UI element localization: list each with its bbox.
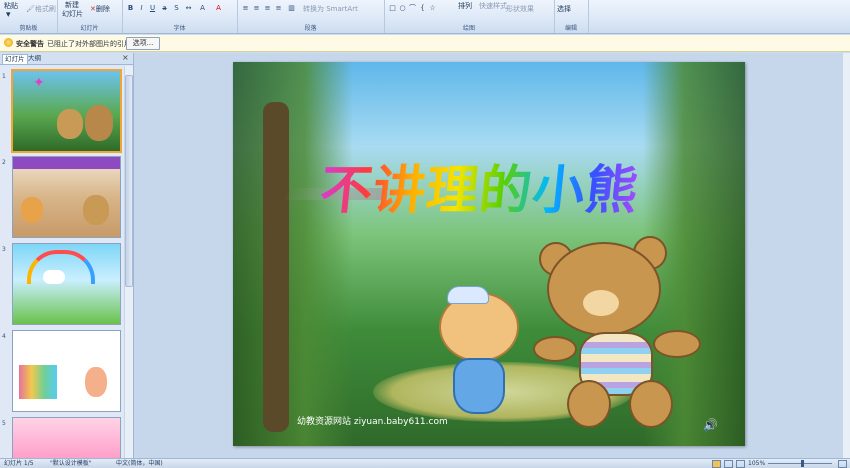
format-painter-label: 格式刷: [34, 5, 56, 13]
align-center-icon[interactable]: ≡: [252, 4, 261, 13]
main-slide[interactable]: 不讲理的小熊 幼教资源网站 ziyuan.baby611.com 🔊: [233, 62, 745, 446]
thumb-number: 4: [2, 333, 6, 340]
paste-icon: ▾: [6, 10, 11, 20]
zoom-slider[interactable]: [768, 463, 832, 464]
shape-star-icon[interactable]: ☆: [428, 4, 437, 13]
strikethrough-icon[interactable]: a: [160, 4, 169, 13]
thumb-number: 5: [2, 420, 6, 427]
slide-panel: 幻灯片 大纲 × 1 ✦ 2 3 4 5: [0, 53, 134, 460]
close-icon[interactable]: ×: [122, 53, 129, 62]
font-color-icon[interactable]: A: [214, 4, 223, 13]
shape-effects-button[interactable]: 形状效果: [506, 4, 534, 14]
bear-image: [83, 195, 109, 225]
left-tree-image: [233, 62, 353, 446]
format-painter-button[interactable]: 🖌格式刷: [26, 4, 56, 14]
editing-group: 选择 编辑: [554, 0, 589, 33]
slide-footer-text: 幼教资源网站 ziyuan.baby611.com: [297, 417, 448, 427]
group-label-drawing: 绘图: [462, 25, 475, 32]
slide-thumbnail-4[interactable]: [12, 330, 121, 412]
group-label-clipboard: 剪贴板: [19, 25, 38, 32]
speech-bubble-image: [43, 270, 65, 284]
panel-tabs: 幻灯片 大纲 ×: [0, 53, 133, 65]
convert-smartart-button[interactable]: 转换为 SmartArt: [303, 4, 358, 14]
speaker-icon[interactable]: 🔊: [703, 418, 718, 432]
arrange-button[interactable]: 排列: [458, 1, 472, 11]
new-slide-label-1: 新建: [65, 1, 79, 9]
panel-scrollbar-thumb[interactable]: [125, 75, 133, 287]
tab-outline[interactable]: 大纲: [26, 54, 43, 63]
shape-circle-icon[interactable]: ○: [398, 4, 407, 13]
change-case-icon[interactable]: A: [198, 4, 207, 13]
thumb-number: 3: [2, 246, 6, 253]
shape-rect-icon[interactable]: □: [388, 4, 397, 13]
slide-thumbnail-3[interactable]: [12, 243, 121, 325]
char-spacing-icon[interactable]: ↔: [184, 4, 193, 13]
underline-icon[interactable]: U: [148, 4, 157, 13]
bear-image: [57, 109, 83, 139]
group-label-editing: 编辑: [564, 25, 577, 32]
bold-icon[interactable]: B: [126, 4, 135, 13]
workspace-scrollbar[interactable]: [842, 53, 850, 458]
thumb-1-title-art: ✦: [33, 75, 45, 91]
toy-blocks-image: [19, 365, 57, 399]
align-left-icon[interactable]: ≡: [241, 4, 250, 13]
delete-slide-button[interactable]: ✕删除: [90, 4, 110, 14]
quick-styles-button[interactable]: 快速样式: [479, 1, 507, 11]
thumb-2-banner: [13, 157, 120, 169]
group-label-font: 字体: [173, 25, 186, 32]
slide-thumbnail-5[interactable]: [12, 417, 121, 460]
security-warning-title: 安全警告: [16, 40, 44, 48]
thumb-number: 1: [2, 73, 6, 80]
girl-image: [85, 367, 107, 397]
small-bear-image: [433, 286, 521, 414]
group-label-paragraph: 段落: [304, 25, 317, 32]
font-group: B I U a S ↔ A A 字体: [122, 0, 238, 33]
align-right-icon[interactable]: ≡: [263, 4, 272, 13]
thumb-number: 2: [2, 159, 6, 166]
slides-group: 新建 幻灯片 ✕删除 幻灯片: [57, 0, 123, 33]
delete-label: 删除: [95, 5, 110, 13]
bear-image: [21, 197, 43, 223]
warning-shield-icon: [4, 38, 13, 47]
drawing-group: □ ○ ⌒ { ☆ 排列 快速样式 形状效果 绘图: [384, 0, 555, 33]
justify-icon[interactable]: ≡: [274, 4, 283, 13]
slide-thumbnail-1[interactable]: ✦: [11, 69, 122, 153]
group-label-slides: 幻灯片: [80, 25, 99, 32]
bear-image: [85, 105, 113, 141]
security-warning-message: 已阻止了对外部图片的引用: [47, 40, 131, 48]
tree-trunk-image: [263, 102, 289, 432]
italic-icon[interactable]: I: [137, 4, 146, 13]
security-warning-bar: 安全警告 已阻止了对外部图片的引用 选项...: [0, 35, 850, 52]
zoom-slider-thumb[interactable]: [801, 460, 804, 467]
paragraph-group: ≡ ≡ ≡ ≡ ▥ 转换为 SmartArt 段落: [237, 0, 385, 33]
big-bear-image: [533, 232, 703, 432]
shape-brace-icon[interactable]: {: [418, 4, 427, 13]
shape-arc-icon[interactable]: ⌒: [408, 4, 417, 13]
ribbon: 粘贴 ▾ 🖌格式刷 剪贴板 新建 幻灯片 ✕删除 幻灯片 B I U a S ↔…: [0, 0, 850, 34]
tab-slides[interactable]: 幻灯片: [2, 54, 28, 64]
clipboard-group: 粘贴 ▾ 🖌格式刷 剪贴板: [0, 0, 58, 33]
columns-icon[interactable]: ▥: [287, 4, 296, 13]
select-button[interactable]: 选择: [557, 4, 571, 14]
shadow-icon[interactable]: S: [172, 4, 181, 13]
slide-thumbnail-2[interactable]: [12, 156, 121, 238]
security-options-button[interactable]: 选项...: [126, 37, 160, 50]
slide-title[interactable]: 不讲理的小熊: [317, 148, 643, 223]
new-slide-label-2: 幻灯片: [62, 10, 83, 18]
